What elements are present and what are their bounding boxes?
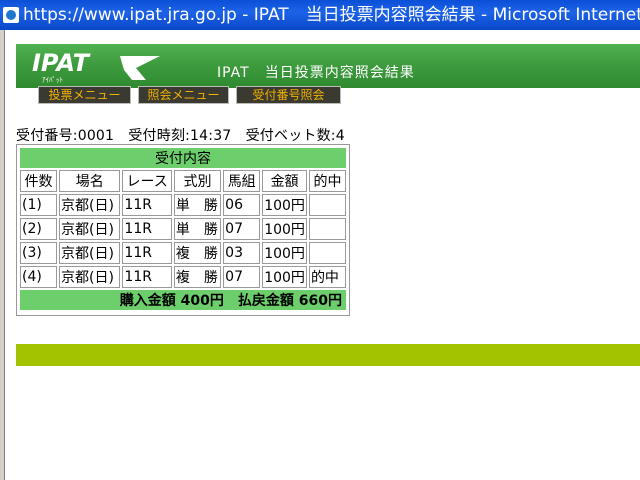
nav-inquiry-menu-button[interactable]: 照会メニュー xyxy=(138,86,229,104)
page-content: IPAT ｱｲﾊﾟｯﾄ IPAT 当日投票内容照会結果 投票メニュー 照会メニュ… xyxy=(5,30,640,480)
table-row: (1) 京都(日) 11R 単 勝 06 100円 xyxy=(20,194,346,216)
cell-count: (4) xyxy=(20,266,58,288)
cell-race: 11R xyxy=(122,242,172,264)
column-header-race: レース xyxy=(122,170,172,192)
browser-title-bar: https://www.ipat.jra.go.jp - IPAT 当日投票内容… xyxy=(0,0,640,30)
column-header-venue: 場名 xyxy=(59,170,121,192)
cell-venue: 京都(日) xyxy=(59,194,121,216)
column-header-hit: 的中 xyxy=(308,170,346,192)
cell-venue: 京都(日) xyxy=(59,266,121,288)
cell-hit xyxy=(308,194,346,216)
cell-venue: 京都(日) xyxy=(59,242,121,264)
cell-bet-type: 複 勝 xyxy=(173,266,222,288)
header-band: IPAT ｱｲﾊﾟｯﾄ IPAT 当日投票内容照会結果 xyxy=(16,44,640,88)
bets-table: 受付内容 件数 場名 レース 式別 馬組 金額 的中 (1) 京都(日) 11R… xyxy=(18,146,348,312)
cell-hit: 的中 xyxy=(308,266,346,288)
column-header-combination: 馬組 xyxy=(223,170,261,192)
cell-combination: 06 xyxy=(223,194,261,216)
cell-count: (3) xyxy=(20,242,58,264)
cell-hit xyxy=(308,242,346,264)
horse-logo-mark xyxy=(120,56,160,80)
cell-combination: 03 xyxy=(223,242,261,264)
window-title: https://www.ipat.jra.go.jp - IPAT 当日投票内容… xyxy=(23,5,640,25)
ipat-logo: IPAT ｱｲﾊﾟｯﾄ xyxy=(32,49,160,84)
cell-amount: 100円 xyxy=(262,218,307,240)
nav-receipt-number-button[interactable]: 受付番号照会 xyxy=(236,86,341,104)
cell-race: 11R xyxy=(122,266,172,288)
column-header-count: 件数 xyxy=(20,170,58,192)
bets-table-frame: 受付内容 件数 場名 レース 式別 馬組 金額 的中 (1) 京都(日) 11R… xyxy=(16,144,350,316)
table-header-row: 件数 場名 レース 式別 馬組 金額 的中 xyxy=(20,170,346,192)
cell-amount: 100円 xyxy=(262,194,307,216)
page-title: IPAT 当日投票内容照会結果 xyxy=(217,65,415,81)
cell-race: 11R xyxy=(122,218,172,240)
cell-amount: 100円 xyxy=(262,266,307,288)
receipt-info: 受付番号:0001 受付時刻:14:37 受付ベット数:4 xyxy=(16,128,345,144)
cell-combination: 07 xyxy=(223,266,261,288)
nav-vote-menu-button[interactable]: 投票メニュー xyxy=(38,86,131,104)
internet-explorer-icon xyxy=(3,7,19,23)
cell-venue: 京都(日) xyxy=(59,218,121,240)
cell-bet-type: 単 勝 xyxy=(173,218,222,240)
cell-race: 11R xyxy=(122,194,172,216)
cell-hit xyxy=(308,218,346,240)
column-header-bet-type: 式別 xyxy=(173,170,222,192)
cell-amount: 100円 xyxy=(262,242,307,264)
table-row: (4) 京都(日) 11R 複 勝 07 100円 的中 xyxy=(20,266,346,288)
cell-combination: 07 xyxy=(223,218,261,240)
table-row: (3) 京都(日) 11R 複 勝 03 100円 xyxy=(20,242,346,264)
cell-bet-type: 単 勝 xyxy=(173,194,222,216)
cell-bet-type: 複 勝 xyxy=(173,242,222,264)
column-header-amount: 金額 xyxy=(262,170,307,192)
table-caption: 受付内容 xyxy=(20,148,346,168)
logo-text: IPAT xyxy=(32,49,91,77)
total-summary: 購入金額 400円 払戻金額 660円 xyxy=(20,290,346,310)
cell-count: (1) xyxy=(20,194,58,216)
table-row: (2) 京都(日) 11R 単 勝 07 100円 xyxy=(20,218,346,240)
footer-band xyxy=(16,344,640,366)
cell-count: (2) xyxy=(20,218,58,240)
logo-subtext: ｱｲﾊﾟｯﾄ xyxy=(42,76,63,84)
